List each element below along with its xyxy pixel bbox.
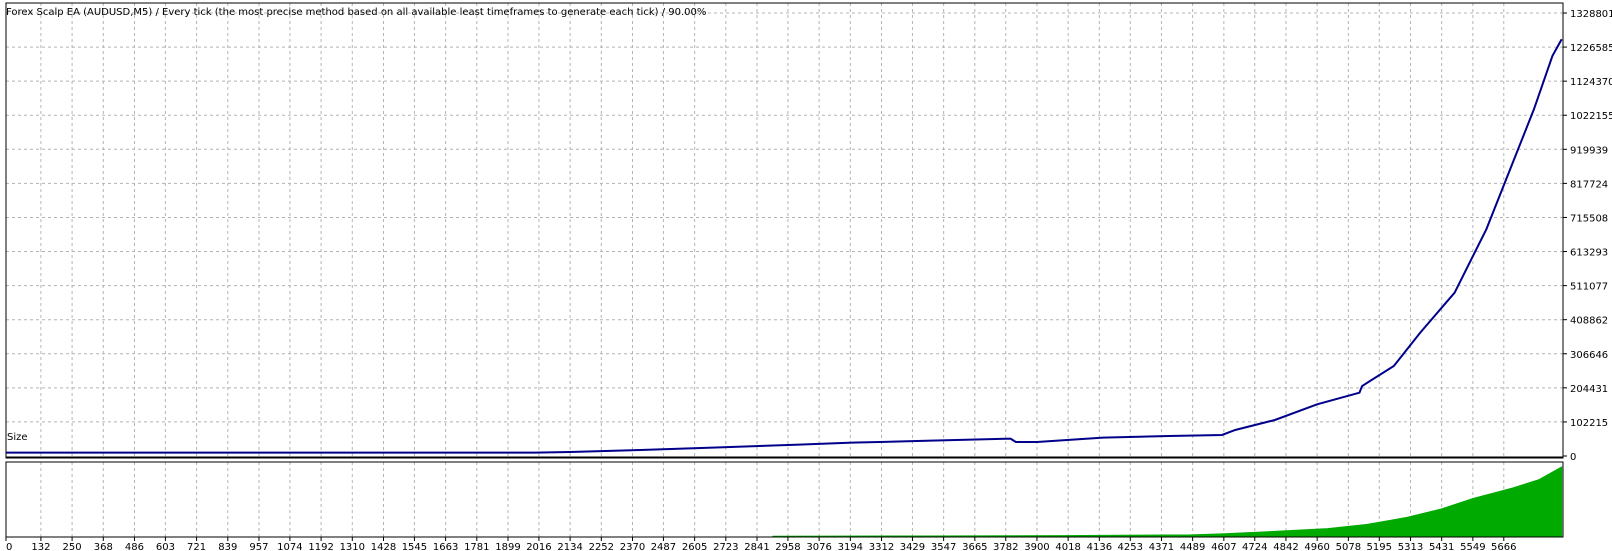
x-tick-label: 5666 (1491, 542, 1516, 551)
y-tick-label: 511077 (1570, 282, 1608, 293)
x-axis-ticks: 0 132 250 368 486 603 721 839 957 1074 1192 1310 142… (5, 537, 1517, 551)
x-tick-label: 2723 (713, 542, 738, 551)
y-tick-label: 306646 (1570, 350, 1608, 361)
y-tick-label: 408862 (1570, 316, 1608, 327)
x-tick-label: 3665 (962, 542, 987, 551)
x-tick-label: 1310 (340, 542, 365, 551)
y-tick-label: 0 (1570, 452, 1576, 463)
size-panel-label: Size (7, 432, 28, 443)
balance-line-layer (6, 38, 1563, 454)
x-tick-label: 5313 (1398, 542, 1423, 551)
balance-line (6, 38, 1563, 454)
x-tick-label: 4960 (1304, 542, 1329, 551)
x-tick-label: 368 (94, 542, 113, 551)
x-tick-label: 1428 (371, 542, 396, 551)
y-axis-ticks: 0 102215 204431 306646 408862 511077 613293 715… (1563, 9, 1612, 463)
y-tick-label: 1022155 (1570, 111, 1612, 122)
x-tick-label: 4842 (1273, 542, 1298, 551)
y-tick-label: 102215 (1570, 418, 1608, 429)
balance-grid (6, 3, 1563, 458)
y-tick-label: 919939 (1570, 145, 1608, 156)
x-tick-label: 3076 (806, 542, 831, 551)
x-tick-label: 250 (63, 542, 82, 551)
x-tick-label: 4018 (1055, 542, 1080, 551)
balance-panel-frame (5, 2, 1564, 459)
y-tick-label: 1226585 (1570, 43, 1612, 54)
x-tick-label: 2605 (682, 542, 707, 551)
x-tick-label: 1074 (277, 542, 302, 551)
x-tick-label: 132 (31, 542, 50, 551)
x-tick-label: 2487 (651, 542, 676, 551)
size-grid (40, 462, 1505, 537)
y-tick-label: 715508 (1570, 213, 1608, 224)
x-tick-label: 4724 (1242, 542, 1267, 551)
x-tick-label: 2134 (557, 542, 582, 551)
x-tick-label: 3194 (838, 542, 863, 551)
x-tick-label: 3312 (869, 542, 894, 551)
x-tick-label: 2016 (526, 542, 551, 551)
y-tick-label: 613293 (1570, 248, 1608, 259)
x-tick-label: 2252 (589, 542, 614, 551)
x-tick-label: 957 (249, 542, 268, 551)
x-tick-label: 721 (187, 542, 206, 551)
x-tick-label: 1781 (464, 542, 489, 551)
x-tick-label: 3547 (931, 542, 956, 551)
size-area-layer (6, 466, 1563, 538)
x-tick-label: 3900 (1024, 542, 1049, 551)
y-tick-label: 817724 (1570, 179, 1608, 190)
x-tick-label: 486 (125, 542, 144, 551)
x-tick-label: 603 (156, 542, 175, 551)
x-tick-label: 1192 (308, 542, 333, 551)
strategy-tester-graph: Forex Scalp EA (AUDUSD,M5) / Every tick … (5, 2, 1612, 551)
x-tick-label: 4489 (1180, 542, 1205, 551)
x-tick-label: 3429 (900, 542, 925, 551)
x-tick-label: 1545 (402, 542, 427, 551)
x-tick-label: 4253 (1118, 542, 1143, 551)
y-tick-label: 1328801 (1570, 9, 1612, 20)
x-tick-label: 3782 (993, 542, 1018, 551)
x-tick-label: 2958 (775, 542, 800, 551)
size-panel-frame (5, 461, 1564, 538)
chart-title: Forex Scalp EA (AUDUSD,M5) / Every tick … (6, 7, 706, 18)
x-tick-label: 0 (6, 542, 12, 551)
y-tick-label: 1124370 (1570, 77, 1612, 88)
x-tick-label: 839 (218, 542, 237, 551)
size-area (6, 466, 1563, 538)
x-tick-label: 2841 (744, 542, 769, 551)
y-tick-label: 204431 (1570, 384, 1608, 395)
x-tick-label: 5195 (1367, 542, 1392, 551)
panel-frames (5, 2, 1564, 538)
x-tick-label: 4371 (1149, 542, 1174, 551)
x-tick-label: 1663 (433, 542, 458, 551)
x-tick-label: 5078 (1336, 542, 1361, 551)
x-tick-label: 5431 (1429, 542, 1454, 551)
x-tick-label: 2370 (620, 542, 645, 551)
x-tick-label: 4607 (1211, 542, 1236, 551)
x-tick-label: 4136 (1087, 542, 1112, 551)
x-tick-label: 5549 (1460, 542, 1485, 551)
x-tick-label: 1899 (495, 542, 520, 551)
